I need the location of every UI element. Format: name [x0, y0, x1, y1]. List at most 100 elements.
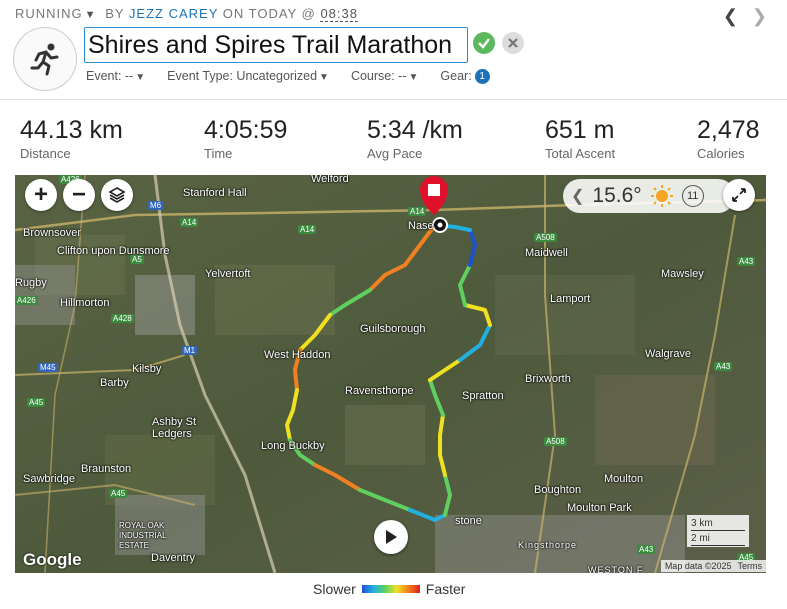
road-label: M45	[38, 363, 58, 372]
chevron-left-icon[interactable]: ❮	[571, 186, 584, 206]
activity-time[interactable]: 08:38	[320, 6, 358, 22]
stat-label: Time	[204, 146, 233, 161]
close-icon	[508, 38, 518, 48]
previous-activity-icon[interactable]: ❮	[723, 6, 738, 27]
road-label: A14	[408, 207, 427, 216]
place-label: Ravensthorpe	[345, 385, 414, 397]
stat-calories: 2,478 Calories	[697, 116, 760, 161]
stat-label: Distance	[20, 146, 71, 161]
stat-time: 4:05:59 Time	[204, 116, 287, 161]
cancel-title-button[interactable]	[502, 32, 524, 54]
layers-icon	[108, 187, 126, 203]
road-label: A43	[737, 257, 756, 266]
stat-label: Avg Pace	[367, 146, 423, 161]
expand-icon	[732, 188, 746, 202]
place-label: West Haddon	[264, 349, 331, 361]
place-label: Brixworth	[525, 373, 571, 385]
chevron-down-icon[interactable]: ▼	[85, 9, 97, 21]
pace-gradient-bar	[361, 585, 420, 593]
legend-slower-label: Slower	[313, 581, 356, 597]
road-label: A508	[534, 233, 557, 242]
fullscreen-button[interactable]	[723, 179, 755, 211]
stat-value: 651 m	[545, 116, 615, 144]
event-dropdown[interactable]: Event: -- ▼	[86, 69, 145, 84]
place-label: Mawsley	[661, 268, 704, 280]
stat-value: 44.13 km	[20, 116, 123, 144]
place-label: Rugby	[15, 277, 47, 289]
place-label: Maidwell	[525, 247, 568, 259]
activity-fields: Event: -- ▼ Event Type: Uncategorized ▼ Co…	[86, 69, 490, 85]
stat-value: 4:05:59	[204, 116, 288, 144]
activity-type[interactable]: RUNNING	[15, 6, 83, 21]
wind-speed-badge: 11	[681, 185, 704, 207]
place-label: Nase	[408, 220, 434, 232]
temperature: 15.6°	[592, 184, 642, 207]
place-label: Sawbridge	[23, 473, 75, 485]
map-attribution: Map data ©2025 Terms	[660, 560, 766, 572]
event-type-label: Event Type: Uncategorized	[167, 69, 318, 83]
place-label: Clifton upon Dunsmore	[57, 245, 170, 257]
scale-mi: 2 mi	[691, 531, 745, 546]
place-label: Hillmorton	[60, 297, 110, 309]
minus-icon: −	[71, 181, 86, 208]
event-label: Event: --	[86, 69, 134, 83]
place-label: Moulton Park	[567, 502, 632, 514]
terms-link[interactable]: Terms	[738, 561, 763, 571]
course-dropdown[interactable]: Course: -- ▼	[351, 69, 418, 84]
event-type-dropdown[interactable]: Event Type: Uncategorized ▼	[167, 69, 329, 84]
activity-type-avatar[interactable]	[13, 27, 77, 91]
map-layers-button[interactable]	[101, 179, 133, 211]
chevron-down-icon: ▼	[408, 72, 419, 83]
place-label: Long Buckby	[261, 440, 325, 452]
route-playback-button[interactable]	[374, 520, 408, 554]
place-label: Barby	[100, 377, 129, 389]
stat-distance: 44.13 km Distance	[20, 116, 123, 161]
legend-faster-label: Faster	[425, 581, 466, 597]
stat-avg-pace: 5:34 /km Avg Pace	[367, 116, 463, 161]
map-terrain	[15, 175, 766, 573]
place-label: Kilsby	[132, 363, 162, 375]
check-icon	[478, 38, 490, 49]
pace-legend: Slower Faster	[313, 581, 465, 597]
road-label: A508	[544, 437, 567, 446]
place-label: Lamport	[550, 293, 591, 305]
next-activity-icon[interactable]: ❯	[752, 6, 767, 27]
course-label: Course: --	[350, 69, 407, 83]
road-label: A14	[298, 225, 317, 234]
road-label: A426	[15, 296, 38, 305]
zoom-out-button[interactable]: −	[63, 179, 95, 211]
place-label: Guilsborough	[360, 323, 426, 335]
road-label: M1	[182, 346, 198, 355]
stat-value: 2,478	[697, 116, 760, 144]
stat-value: 5:34 /km	[367, 116, 463, 144]
road-label: A45	[27, 398, 46, 407]
confirm-title-button[interactable]	[473, 32, 495, 54]
by-prefix: BY	[105, 6, 125, 21]
place-label: Walgrave	[645, 348, 692, 360]
route-map[interactable]: Welford Stanford Hall Brownsover Clifton…	[15, 175, 766, 573]
divider	[0, 99, 787, 100]
place-label: Daventry	[151, 552, 196, 564]
stat-label: Calories	[697, 146, 745, 161]
place-label: Stanford Hall	[183, 187, 247, 199]
zoom-in-button[interactable]: +	[25, 179, 57, 211]
activity-title-input[interactable]	[84, 27, 468, 63]
road-label: A45	[109, 489, 128, 498]
place-label: Boughton	[534, 484, 582, 496]
stat-label: Total Ascent	[545, 146, 616, 161]
gear-field[interactable]: Gear: 1	[440, 69, 490, 85]
author-link[interactable]: Jezz Carey	[129, 6, 218, 21]
scale-km: 3 km	[691, 516, 745, 531]
sun-icon	[650, 185, 673, 207]
place-label: stone	[455, 515, 482, 527]
place-label: Brownsover	[23, 227, 82, 239]
place-label: Royal Oak Industrial Estate	[119, 521, 167, 550]
activity-navigation: ❮ ❯	[723, 6, 767, 27]
place-label: Yelvertoft	[205, 268, 251, 280]
road-label: A14	[180, 218, 199, 227]
stat-total-ascent: 651 m Total Ascent	[545, 116, 615, 161]
weather-widget[interactable]: ❮ 15.6° 11	[563, 179, 735, 213]
road-label: A43	[637, 545, 656, 554]
place-label: Braunston	[81, 463, 132, 475]
map-scale: 3 km 2 mi	[687, 515, 749, 547]
